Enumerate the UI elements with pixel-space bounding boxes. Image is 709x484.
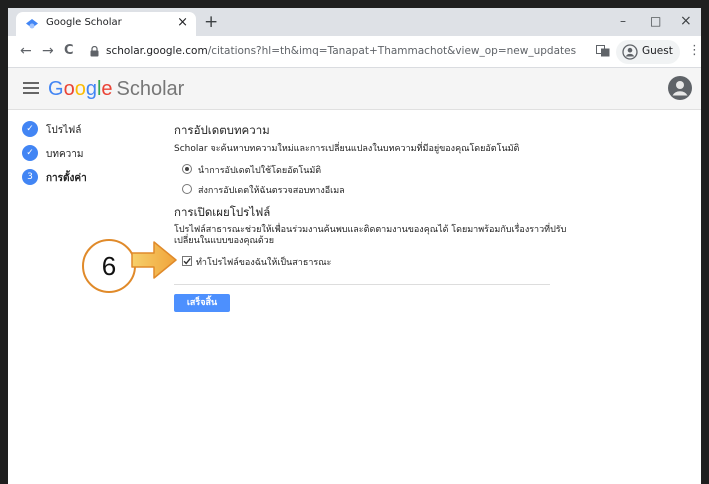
hamburger-menu-icon[interactable] (22, 79, 40, 97)
minimize-button[interactable]: – (620, 12, 626, 30)
lock-icon (90, 46, 99, 57)
url-host: scholar.google.com (106, 45, 208, 57)
browser-window: Google Scholar × + – □ × ← → C scholar.g… (8, 8, 701, 484)
scholar-favicon-icon (26, 19, 38, 29)
forward-button[interactable]: → (42, 42, 54, 60)
logo-letter: o (63, 78, 75, 100)
profile-button[interactable]: Guest (616, 40, 680, 64)
step-annotation-circle: 6 (82, 239, 136, 293)
check-icon: ✓ (22, 145, 38, 161)
logo-letter: e (101, 78, 113, 100)
option-auto-apply-label[interactable]: นำการอัปเดตไปใช้โดยอัตโนมัติ (198, 163, 321, 177)
radio-auto-apply[interactable] (182, 164, 192, 174)
logo-letter: g (85, 78, 97, 100)
new-tab-button[interactable]: + (204, 12, 218, 32)
step-label: การตั้งค่า (46, 173, 87, 184)
address-bar[interactable]: scholar.google.com/citations?hl=th&imq=T… (84, 40, 582, 64)
tab-google-scholar[interactable]: Google Scholar × (16, 12, 196, 36)
section-divider (174, 284, 550, 285)
reload-button[interactable]: C (64, 42, 74, 60)
profile-visibility-description-line2: เปลี่ยนในแบบของคุณด้วย (174, 236, 274, 246)
browser-menu-icon[interactable]: ⋮ (688, 43, 701, 59)
profile-label: Guest (642, 45, 673, 57)
public-profile-checkbox[interactable] (182, 256, 192, 266)
browser-toolbar: ← → C scholar.google.com/citations?hl=th… (8, 36, 701, 68)
annotation-arrow-icon (131, 241, 177, 279)
option-email-review-label[interactable]: ส่งการอัปเดตให้ฉันตรวจสอบทางอีเมล (198, 183, 345, 197)
step-label: บทความ (46, 149, 84, 160)
guest-avatar-icon (622, 44, 638, 60)
annotation-number: 6 (101, 251, 117, 281)
logo-letter: o (74, 78, 86, 100)
profile-visibility-description-line1: โปรไฟล์สาธารณะช่วยให้เพื่อนร่วมงานค้นพบแ… (174, 225, 567, 235)
close-window-button[interactable]: × (680, 12, 692, 30)
radio-email-review[interactable] (182, 184, 192, 194)
logo-letter: G (48, 78, 64, 100)
done-button[interactable]: เสร็จสิ้น (174, 294, 230, 312)
back-button[interactable]: ← (20, 42, 32, 60)
article-updates-description: Scholar จะค้นหาบทความใหม่และการเปลี่ยนแป… (174, 144, 520, 154)
check-icon: ✓ (22, 121, 38, 137)
public-profile-label[interactable]: ทำโปรไฟล์ของฉันให้เป็นสาธารณะ (196, 255, 331, 269)
profile-visibility-heading: การเปิดเผยโปรไฟล์ (174, 205, 271, 219)
tab-strip: Google Scholar × + – □ × (8, 8, 701, 36)
url-text: scholar.google.com/citations?hl=th&imq=T… (106, 45, 576, 57)
account-avatar-icon[interactable] (668, 76, 692, 100)
tab-close-icon[interactable]: × (177, 15, 188, 31)
url-path: /citations?hl=th&imq=Tanapat+Thammachot&… (207, 45, 577, 57)
step-label: โปรไฟล์ (46, 125, 82, 136)
translate-icon[interactable] (596, 45, 610, 57)
step-number: 3 (22, 169, 38, 185)
scholar-header: Google Scholar (8, 68, 701, 110)
article-updates-heading: การอัปเดตบทความ (174, 123, 270, 137)
google-scholar-logo[interactable]: Google Scholar (48, 77, 184, 101)
radio-dot (185, 167, 189, 171)
maximize-button[interactable]: □ (650, 12, 661, 30)
logo-suffix: Scholar (116, 78, 185, 100)
tab-title: Google Scholar (46, 17, 122, 28)
